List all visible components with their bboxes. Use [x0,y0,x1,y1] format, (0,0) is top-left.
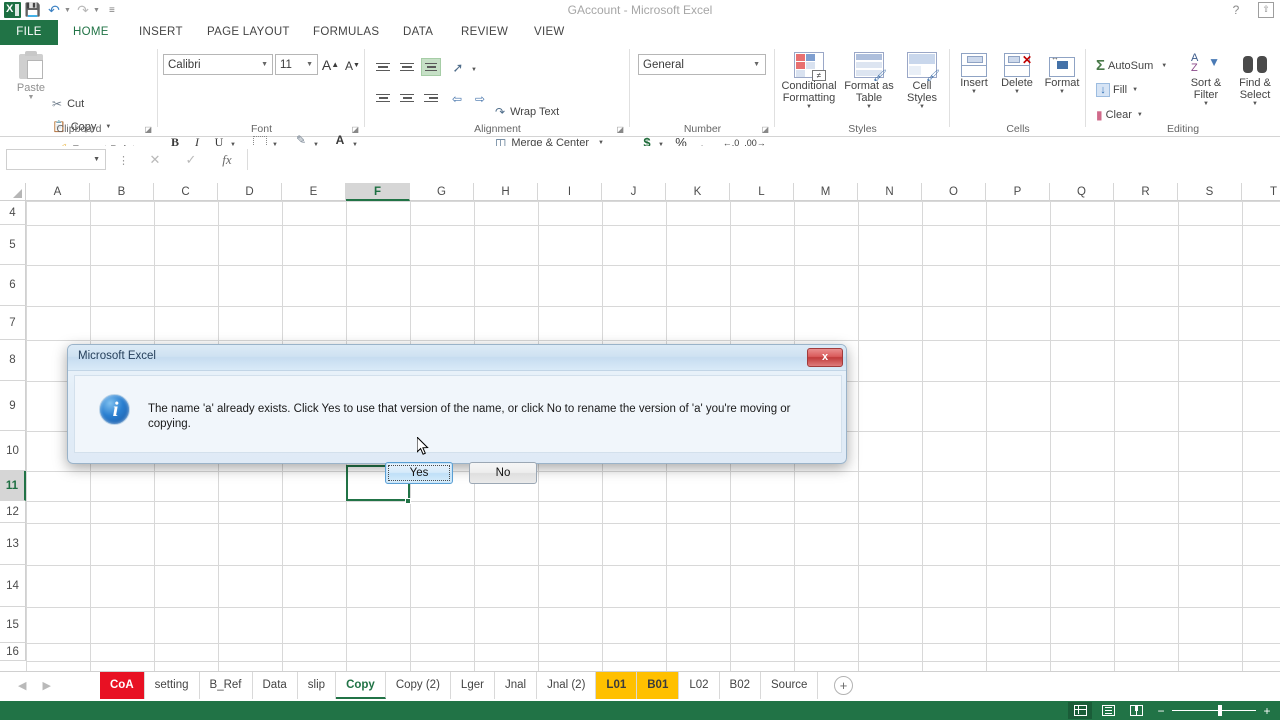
modal-overlay: Microsoft Excel x The name 'a' already e… [0,0,1280,720]
dialog-message: The name 'a' already exists. Click Yes t… [148,403,791,430]
dialog-body: The name 'a' already exists. Click Yes t… [74,375,842,484]
no-button-label: No [495,467,511,479]
close-icon[interactable]: x [807,348,843,367]
dialog-title: Microsoft Excel [78,350,156,362]
yes-button[interactable]: Yes [385,462,453,484]
excel-alert-dialog: Microsoft Excel x The name 'a' already e… [67,344,847,484]
no-button[interactable]: No [469,462,537,484]
information-icon [99,394,131,425]
dialog-title-bar: Microsoft Excel [68,345,846,371]
